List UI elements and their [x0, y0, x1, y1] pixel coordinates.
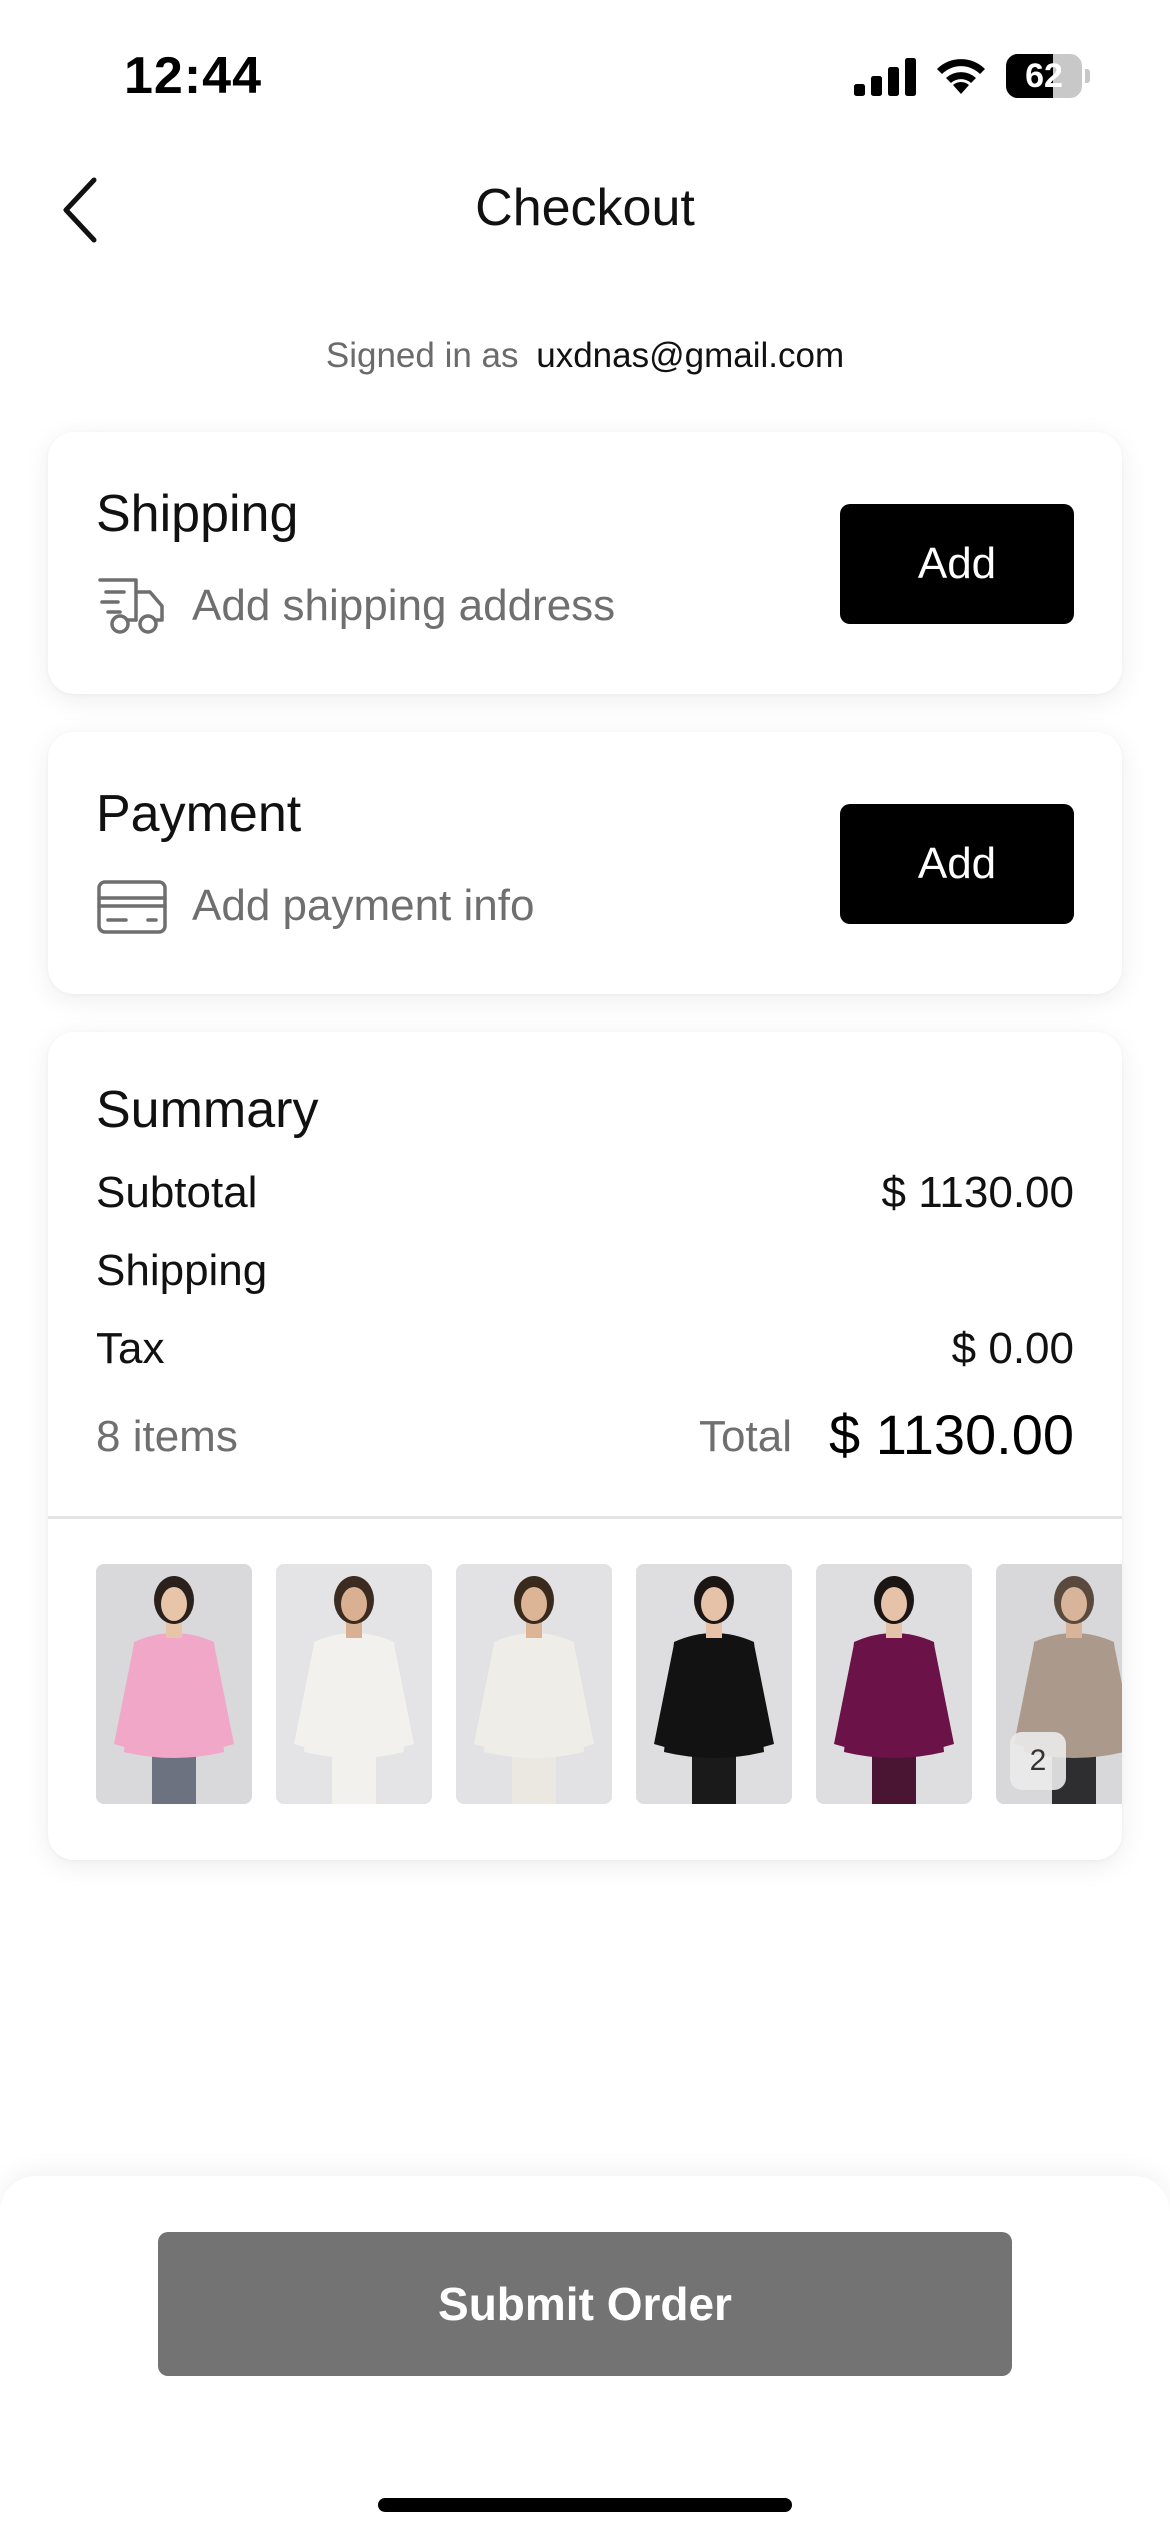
nav-bar: Checkout [0, 160, 1170, 260]
shipping-cost-label: Shipping [96, 1246, 268, 1295]
shipping-cost-row: Shipping [96, 1246, 1074, 1306]
shipping-subtitle-row: Add shipping address [96, 574, 615, 638]
total-value: $ 1130.00 [829, 1403, 1074, 1466]
shipping-title: Shipping [96, 485, 299, 543]
product-thumbnail-black-off-shoulder-sweater[interactable] [636, 1564, 792, 1804]
status-bar: 12:44 62 [0, 0, 1170, 150]
items-count: 8 items [96, 1412, 238, 1461]
submit-order-button[interactable]: Submit Order [158, 2232, 1012, 2376]
summary-title: Summary [96, 1081, 319, 1139]
checkout-screen: 12:44 62 Checkout Signed in as uxdnas@gm… [0, 0, 1170, 2532]
image-count-badge: 2 [1010, 1732, 1066, 1790]
product-thumbnail-purple-off-shoulder-sweater[interactable] [816, 1564, 972, 1804]
subtotal-row: Subtotal $ 1130.00 [96, 1168, 1074, 1228]
add-payment-button[interactable]: Add [840, 804, 1074, 924]
battery-icon: 62 [1006, 54, 1090, 98]
subtotal-label: Subtotal [96, 1168, 258, 1217]
product-thumbnail-pink-sweater[interactable] [96, 1564, 252, 1804]
tax-row: Tax $ 0.00 [96, 1324, 1074, 1384]
add-shipping-button[interactable]: Add [840, 504, 1074, 624]
product-image [456, 1564, 612, 1804]
summary-card: Summary Subtotal $ 1130.00 Shipping Tax … [48, 1032, 1122, 1860]
payment-subtitle-row: Add payment info [96, 874, 534, 938]
shipping-card: Shipping Add shipping address Add [48, 432, 1122, 694]
credit-card-icon [97, 880, 167, 934]
product-thumbnail-taupe-draped-top[interactable]: 2 [996, 1564, 1122, 1804]
shipping-subtitle: Add shipping address [192, 581, 616, 630]
signed-in-label: Signed in as [325, 336, 519, 375]
payment-subtitle: Add payment info [192, 881, 535, 930]
battery-tip [1085, 69, 1090, 83]
payment-title: Payment [96, 785, 302, 843]
product-thumbnail-white-dress[interactable] [276, 1564, 432, 1804]
battery-body: 62 [1006, 54, 1082, 98]
signal-icon [854, 58, 916, 96]
product-thumbnails: 2 [96, 1564, 1122, 1804]
product-image [276, 1564, 432, 1804]
bottom-action-bar: Submit Order [0, 2176, 1170, 2532]
account-email: uxdnas@gmail.com [536, 336, 845, 375]
home-indicator [378, 2498, 792, 2512]
product-image [636, 1564, 792, 1804]
tax-label: Tax [96, 1324, 165, 1373]
total-row: 8 items Total $ 1130.00 [96, 1402, 1074, 1466]
product-thumbnail-white-shirt-shorts[interactable] [456, 1564, 612, 1804]
signed-in-info: Signed in as uxdnas@gmail.com [0, 336, 1170, 376]
wifi-icon [937, 59, 985, 94]
payment-card: Payment Add payment info Add [48, 732, 1122, 994]
subtotal-value: $ 1130.00 [881, 1168, 1074, 1217]
battery-level: 62 [1025, 57, 1063, 95]
status-time: 12:44 [124, 47, 262, 105]
total-label: Total [699, 1412, 792, 1461]
delivery-truck-icon [98, 578, 164, 634]
divider [48, 1516, 1122, 1519]
page-title: Checkout [475, 179, 695, 237]
tax-value: $ 0.00 [951, 1324, 1074, 1373]
product-image [816, 1564, 972, 1804]
product-image [96, 1564, 252, 1804]
